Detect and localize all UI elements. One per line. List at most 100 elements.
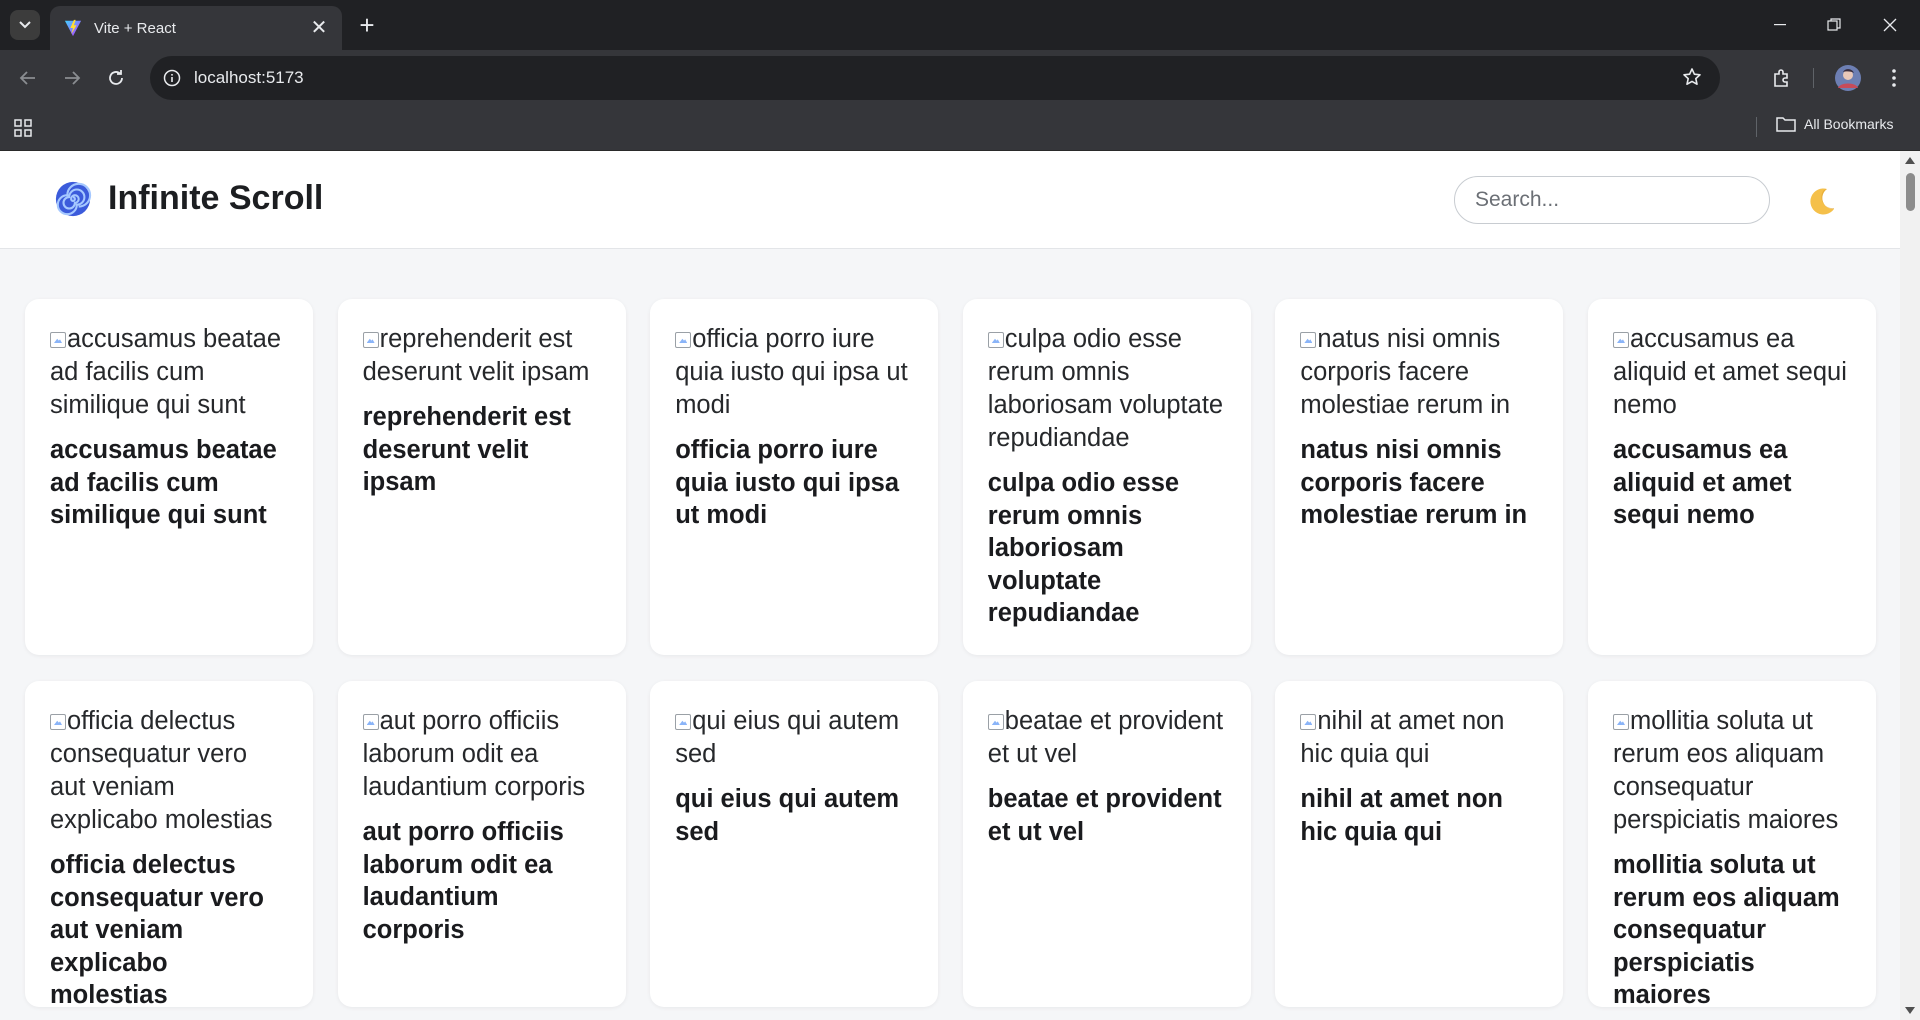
spiral-icon xyxy=(55,181,92,216)
site-info-icon[interactable] xyxy=(150,69,194,87)
profile-avatar[interactable] xyxy=(1832,62,1864,94)
post-image-alt: aut porro officiis laborum odit ea lauda… xyxy=(362,707,586,801)
broken-image-icon xyxy=(362,332,379,348)
back-button[interactable] xyxy=(12,62,44,94)
post-card[interactable]: aut porro officiis laborum odit ea lauda… xyxy=(337,681,626,1007)
minimize-icon xyxy=(1774,24,1786,26)
scroll-down-arrow[interactable] xyxy=(1905,1007,1915,1014)
post-image-alt: accusamus beatae ad facilis cum similiqu… xyxy=(50,325,282,419)
post-title: beatae et provident et ut vel xyxy=(987,785,1222,846)
post-card[interactable]: culpa odio esse rerum omnis laboriosam v… xyxy=(962,299,1251,655)
extensions-button[interactable] xyxy=(1766,62,1798,94)
post-image-alt: natus nisi omnis corporis facere molesti… xyxy=(1300,325,1511,419)
post-card[interactable]: officia porro iure quia iusto qui ipsa u… xyxy=(650,299,939,655)
tab-close-icon[interactable]: ✕ xyxy=(308,17,330,39)
post-title: reprehenderit est deserunt velit ipsam xyxy=(362,403,571,496)
restore-icon xyxy=(1827,18,1841,31)
tab-search-button[interactable] xyxy=(10,10,40,40)
scroll-thumb[interactable] xyxy=(1906,173,1915,211)
post-card[interactable]: mollitia soluta ut rerum eos aliquam con… xyxy=(1587,681,1876,1009)
broken-image-icon xyxy=(50,332,66,348)
post-card[interactable]: accusamus beatae ad facilis cum similiqu… xyxy=(25,299,313,655)
post-image: culpa odio esse rerum omnis laboriosam v… xyxy=(987,323,1226,455)
broken-image-icon xyxy=(1300,332,1317,348)
apps-grid-icon[interactable] xyxy=(14,119,32,142)
app-header: Infinite Scroll xyxy=(0,151,1900,249)
browser-menu-button[interactable] xyxy=(1878,62,1910,94)
post-image: aut porro officiis laborum odit ea lauda… xyxy=(362,705,601,804)
search-input[interactable] xyxy=(1454,176,1770,224)
post-image-alt: nihil at amet non hic quia qui xyxy=(1300,707,1505,768)
broken-image-icon xyxy=(1612,714,1629,730)
post-image: beatae et provident et ut vel xyxy=(987,705,1226,771)
post-title: aut porro officiis laborum odit ea lauda… xyxy=(362,818,564,944)
tab-title: Vite + React xyxy=(94,19,176,37)
broken-image-icon xyxy=(50,714,66,730)
post-card[interactable]: officia delectus consequatur vero aut ve… xyxy=(25,681,313,1009)
post-image: natus nisi omnis corporis facere molesti… xyxy=(1300,323,1538,422)
reload-button[interactable] xyxy=(100,62,132,94)
bookmark-star-icon[interactable] xyxy=(1682,67,1702,92)
post-image-alt: qui eius qui autem sed xyxy=(675,707,900,768)
browser-tabstrip: Vite + React ✕ + xyxy=(0,0,1920,50)
post-title: culpa odio esse rerum omnis laboriosam v… xyxy=(987,469,1180,627)
restore-button[interactable] xyxy=(1806,0,1862,50)
broken-image-icon xyxy=(675,714,692,730)
avatar-icon xyxy=(1835,65,1861,91)
more-vertical-icon xyxy=(1892,69,1896,87)
bookmarks-bar: All Bookmarks xyxy=(0,106,1920,151)
broken-image-icon xyxy=(362,714,379,730)
page-viewport: Infinite Scroll accusamus beatae ad faci… xyxy=(0,151,1920,1020)
scroll-up-arrow[interactable] xyxy=(1905,157,1915,164)
post-image-alt: officia porro iure quia iusto qui ipsa u… xyxy=(675,325,908,419)
broken-image-icon xyxy=(675,332,692,348)
post-title: mollitia soluta ut rerum eos aliquam con… xyxy=(1612,851,1840,1009)
new-tab-button[interactable]: + xyxy=(352,10,382,40)
all-bookmarks-button[interactable]: All Bookmarks xyxy=(1776,116,1893,132)
post-card[interactable]: nihil at amet non hic quia qui nihil at a… xyxy=(1275,681,1564,1007)
post-title: nihil at amet non hic quia qui xyxy=(1300,785,1503,846)
post-card[interactable]: natus nisi omnis corporis facere molesti… xyxy=(1275,299,1564,655)
url-text: localhost:5173 xyxy=(194,68,304,87)
post-title: natus nisi omnis corporis facere molesti… xyxy=(1300,436,1528,529)
reload-icon xyxy=(109,70,123,85)
theme-toggle-button[interactable] xyxy=(1806,185,1838,217)
forward-button[interactable] xyxy=(56,62,88,94)
toolbar-separator xyxy=(1813,68,1814,88)
address-bar[interactable]: localhost:5173 xyxy=(150,56,1720,100)
broken-image-icon xyxy=(1300,714,1317,730)
all-bookmarks-label: All Bookmarks xyxy=(1804,116,1894,132)
bookmarks-separator xyxy=(1756,117,1757,137)
vite-logo-icon xyxy=(64,19,82,37)
minimize-button[interactable] xyxy=(1752,0,1808,50)
post-card[interactable]: beatae et provident et ut vel beatae et p… xyxy=(962,681,1251,1007)
post-title: accusamus ea aliquid et amet sequi nemo xyxy=(1612,436,1792,529)
post-image: officia delectus consequatur vero aut ve… xyxy=(50,705,288,837)
close-window-button[interactable] xyxy=(1862,0,1918,50)
post-card[interactable]: qui eius qui autem sed qui eius qui autem… xyxy=(650,681,939,1007)
post-title: accusamus beatae ad facilis cum similiqu… xyxy=(50,436,277,529)
post-image-alt: officia delectus consequatur vero aut ve… xyxy=(50,707,273,834)
post-title: officia porro iure quia iusto qui ipsa u… xyxy=(675,436,900,529)
post-card[interactable]: reprehenderit est deserunt velit ipsam re… xyxy=(337,299,626,655)
chevron-down-icon xyxy=(19,21,31,29)
close-icon xyxy=(1883,18,1897,32)
post-image: qui eius qui autem sed xyxy=(675,705,913,771)
post-image: officia porro iure quia iusto qui ipsa u… xyxy=(675,323,913,422)
broken-image-icon xyxy=(987,714,1004,730)
post-image-alt: culpa odio esse rerum omnis laboriosam v… xyxy=(987,325,1224,452)
arrow-right-icon xyxy=(65,71,81,85)
page-scrollbar[interactable] xyxy=(1900,151,1920,1020)
folder-icon xyxy=(1776,117,1796,132)
post-card[interactable]: accusamus ea aliquid et amet sequi nemo a… xyxy=(1587,299,1876,655)
browser-tab-active[interactable]: Vite + React ✕ xyxy=(50,6,342,50)
post-image-alt: accusamus ea aliquid et amet sequi nemo xyxy=(1612,325,1847,419)
post-image: nihil at amet non hic quia qui xyxy=(1300,705,1538,771)
arrow-left-icon xyxy=(19,71,35,85)
post-title: officia delectus consequatur vero aut ve… xyxy=(50,851,264,1009)
post-image-alt: beatae et provident et ut vel xyxy=(987,707,1224,768)
app-logo: Infinite Scroll xyxy=(54,179,323,218)
post-image-alt: reprehenderit est deserunt velit ipsam xyxy=(362,325,590,386)
broken-image-icon xyxy=(987,332,1004,348)
crescent-moon-icon xyxy=(1810,188,1834,215)
